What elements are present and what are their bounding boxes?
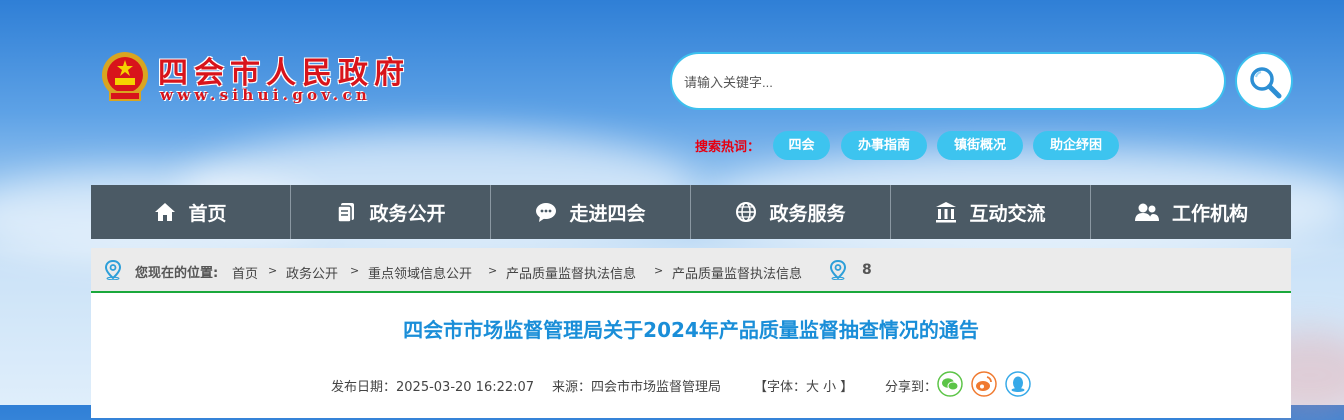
hot-tag[interactable]: 四会 [773, 131, 830, 160]
users-icon [1134, 203, 1159, 221]
breadcrumb-link[interactable]: 首页 [232, 263, 258, 282]
nav-item-about-sihui[interactable]: 走进四会 [491, 185, 691, 239]
hot-search-label: 搜索热词： [695, 140, 761, 155]
chat-icon [536, 203, 557, 222]
search-box [670, 52, 1226, 110]
article-source: 来源：四会市市场监督管理局 [552, 380, 722, 395]
building-icon [936, 202, 957, 223]
breadcrumb-link[interactable]: 重点领域信息公开 [368, 263, 472, 282]
breadcrumb-prefix: 您现在的位置: [135, 266, 219, 281]
nav-label: 首页 [188, 202, 227, 225]
article-title: 四会市市场监督管理局关于2024年产品质量监督抽查情况的通告 [403, 318, 979, 342]
location-pin-icon [104, 260, 122, 280]
location-pin-icon [829, 260, 847, 280]
nav-label: 走进四会 [569, 202, 646, 225]
share-label: 分享到： [885, 380, 938, 395]
view-count: 8 [862, 262, 872, 278]
nav-label: 互动交流 [969, 202, 1046, 225]
search-button[interactable] [1235, 52, 1293, 110]
hot-tag[interactable]: 助企纾困 [1033, 131, 1119, 160]
document-icon [337, 203, 355, 223]
nav-item-agencies[interactable]: 工作机构 [1091, 185, 1291, 239]
hot-tag[interactable]: 办事指南 [841, 131, 927, 160]
hot-tag[interactable]: 镇街概况 [937, 131, 1023, 160]
breadcrumb-separator: > [350, 264, 360, 277]
breadcrumb-separator: > [488, 264, 498, 277]
breadcrumb-separator: > [268, 264, 278, 277]
nav-label: 政务服务 [769, 202, 846, 225]
nav-item-interaction[interactable]: 互动交流 [891, 185, 1091, 239]
home-icon [155, 203, 176, 221]
search-input[interactable] [682, 64, 1206, 100]
weibo-icon[interactable] [971, 371, 997, 397]
nav-item-home[interactable]: 首页 [91, 185, 291, 239]
article-container: 您现在的位置: 首页 > 政务公开 > 重点领域信息公开 > 产品质量监督执法信… [91, 248, 1291, 418]
search-icon [1250, 67, 1282, 99]
site-logo[interactable]: 四会市人民政府 www.sihui.gov.cn [100, 50, 420, 106]
wechat-icon[interactable] [937, 371, 963, 397]
main-nav: 首页 政务公开 走进四会 政务服务 互动交流 工作机构 [91, 185, 1291, 239]
qq-icon[interactable] [1005, 371, 1031, 397]
breadcrumb-separator: > [654, 264, 664, 277]
nav-label: 工作机构 [1171, 202, 1248, 225]
site-url: www.sihui.gov.cn [160, 86, 372, 104]
breadcrumb: 您现在的位置: 首页 > 政务公开 > 重点领域信息公开 > 产品质量监督执法信… [91, 248, 1291, 293]
breadcrumb-link[interactable]: 产品质量监督执法信息 [672, 263, 802, 282]
nav-item-gov-services[interactable]: 政务服务 [691, 185, 891, 239]
nav-item-gov-affairs[interactable]: 政务公开 [291, 185, 491, 239]
breadcrumb-link[interactable]: 政务公开 [286, 263, 338, 282]
font-size-control[interactable]: 【字体：大 小 】 [754, 376, 853, 395]
national-emblem-icon [102, 52, 148, 101]
globe-icon [736, 202, 757, 222]
breadcrumb-link[interactable]: 产品质量监督执法信息 [506, 263, 636, 282]
publish-date: 发布日期：2025-03-20 16:22:07 [331, 380, 535, 395]
nav-label: 政务公开 [369, 202, 446, 225]
